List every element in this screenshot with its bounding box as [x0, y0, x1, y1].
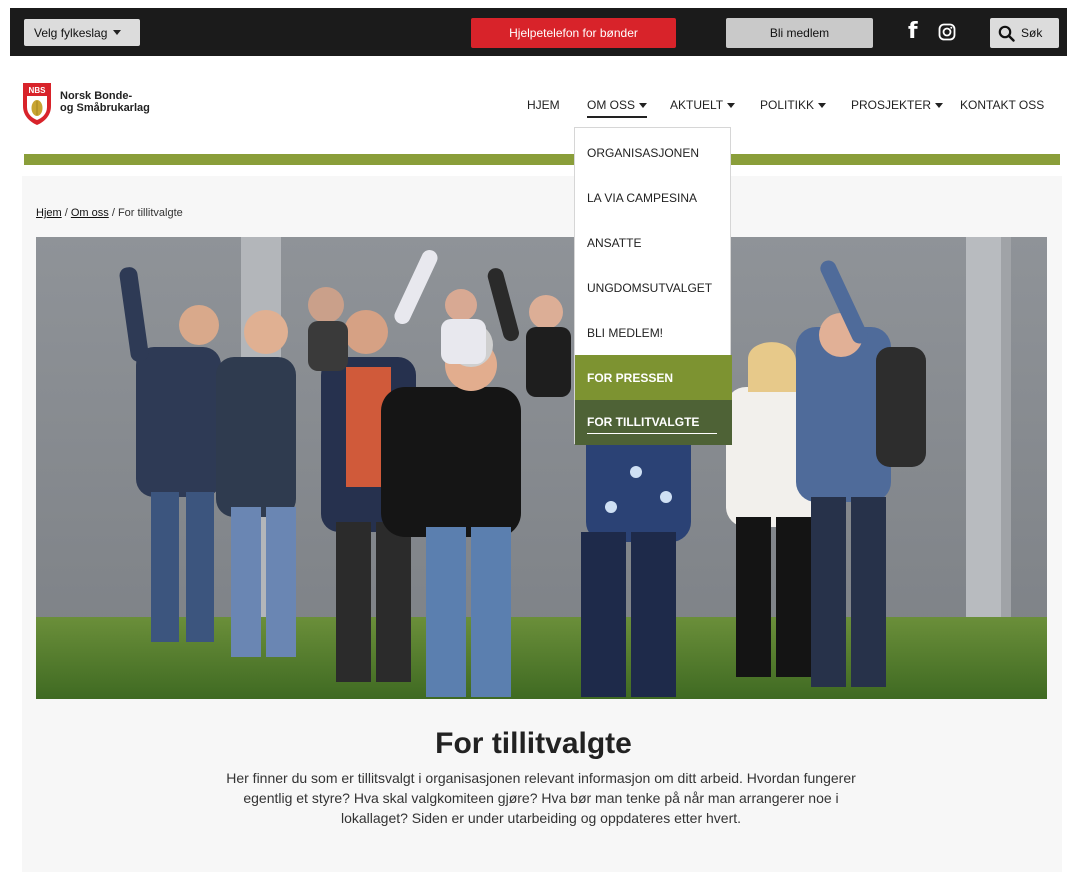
caret-down-icon: [639, 102, 648, 108]
om-oss-dropdown-menu: ORGANISASJONEN LA VIA CAMPESINA ANSATTE …: [574, 127, 732, 445]
dropdown-item-la-via-campesina[interactable]: LA VIA CAMPESINA: [575, 175, 732, 220]
nav-item-aktuelt[interactable]: AKTUELT: [670, 98, 736, 112]
dropdown-item-for-pressen[interactable]: FOR PRESSEN: [575, 355, 732, 400]
header-accent-bar: [24, 154, 1060, 165]
org-name-line1: Norsk Bonde-: [60, 90, 133, 102]
nav-item-kontakt-oss[interactable]: KONTAKT OSS: [960, 98, 1044, 112]
breadcrumb-hjem[interactable]: Hjem: [36, 207, 62, 219]
nav-item-label: POLITIKK: [760, 98, 815, 112]
nav-item-label: PROSJEKTER: [851, 98, 932, 112]
breadcrumb-separator: /: [64, 207, 68, 219]
caret-down-icon: [818, 102, 827, 108]
nav-item-om-oss[interactable]: OM OSS: [587, 98, 648, 118]
nav-item-hjem[interactable]: HJEM: [527, 98, 560, 112]
dropdown-item-label: FOR PRESSEN: [587, 370, 674, 385]
facebook-icon[interactable]: f: [908, 21, 922, 43]
top-bar: Velg fylkeslag Hjelpetelefon for bønder …: [10, 8, 1067, 56]
logo-initials: NBS: [29, 86, 47, 95]
search-label: Søk: [1021, 26, 1043, 40]
logo[interactable]: NBS: [22, 82, 52, 126]
dropdown-item-for-tillitvalgte[interactable]: FOR TILLITVALGTE: [575, 400, 732, 445]
dropdown-item-label: BLI MEDLEM!: [587, 325, 664, 340]
nav-item-prosjekter[interactable]: PROSJEKTER: [851, 98, 944, 112]
hero-group-photo: [36, 237, 1047, 699]
nav-item-label: OM OSS: [587, 98, 636, 112]
dropdown-item-label: LA VIA CAMPESINA: [587, 190, 698, 205]
nav-item-label: KONTAKT OSS: [960, 98, 1045, 112]
caret-down-icon: [113, 30, 122, 35]
nav-item-label: AKTUELT: [670, 98, 724, 112]
dropdown-item-label: ANSATTE: [587, 235, 642, 250]
nav-item-politikk[interactable]: POLITIKK: [760, 98, 827, 112]
breadcrumb-separator: /: [111, 207, 115, 219]
dropdown-item-ungdomsutvalget[interactable]: UNGDOMSUTVALGET: [575, 265, 732, 310]
dropdown-item-label: UNGDOMSUTVALGET: [587, 280, 713, 295]
breadcrumb: Hjem / Om oss / For tillitvalgte: [36, 207, 183, 219]
org-name[interactable]: Norsk Bonde- og Småbrukarlag: [60, 90, 150, 114]
dropdown-item-label: ORGANISASJONEN: [587, 145, 700, 160]
org-name-line2: og Småbrukarlag: [60, 102, 150, 114]
instagram-icon[interactable]: [938, 23, 956, 41]
page-title: For tillitvalgte: [435, 727, 632, 760]
breadcrumb-current: For tillitvalgte: [117, 207, 183, 219]
hjelpetelefon-button[interactable]: Hjelpetelefon for bønder: [471, 18, 676, 48]
caret-down-icon: [727, 102, 736, 108]
nav-item-label: HJEM: [527, 98, 560, 112]
fylkeslag-label: Velg fylkeslag: [34, 25, 108, 40]
search-icon: [998, 25, 1015, 42]
fylkeslag-dropdown-button[interactable]: Velg fylkeslag: [24, 19, 140, 46]
intro-text: Her finner du som er tillitsvalgt i orga…: [226, 770, 856, 826]
dropdown-item-organisasjonen[interactable]: ORGANISASJONEN: [575, 130, 732, 175]
dropdown-item-ansatte[interactable]: ANSATTE: [575, 220, 732, 265]
breadcrumb-om-oss[interactable]: Om oss: [71, 207, 109, 219]
bli-medlem-button[interactable]: Bli medlem: [726, 18, 873, 48]
search-button[interactable]: Søk: [990, 18, 1059, 48]
caret-down-icon: [935, 102, 944, 108]
dropdown-item-bli-medlem[interactable]: BLI MEDLEM!: [575, 310, 732, 355]
dropdown-item-label: FOR TILLITVALGTE: [587, 415, 717, 434]
